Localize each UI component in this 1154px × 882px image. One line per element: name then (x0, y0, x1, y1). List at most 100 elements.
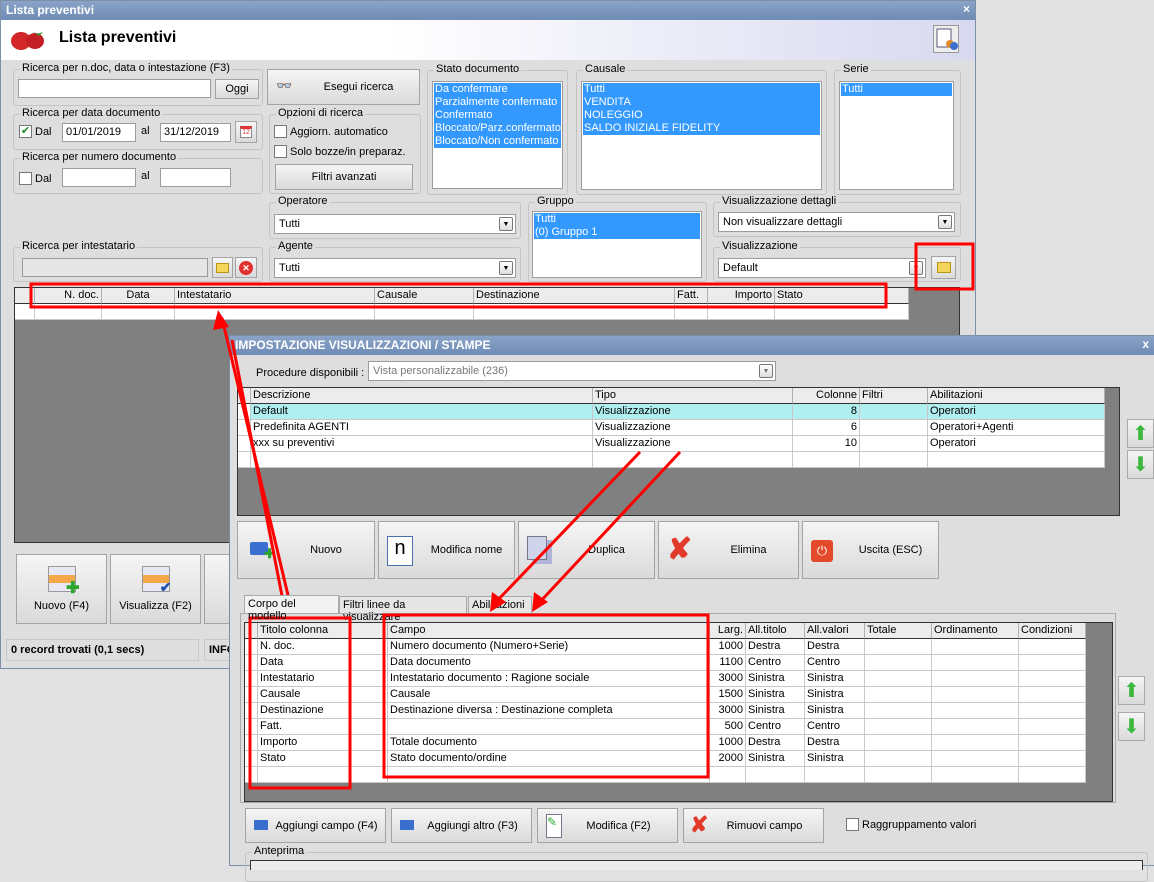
drafts-only-checkbox[interactable] (274, 145, 287, 158)
view-document-button[interactable]: ✔ Visualizza (F2) (110, 554, 201, 624)
row-selector[interactable] (245, 719, 258, 735)
table-cell[interactable] (805, 767, 865, 783)
column-header[interactable]: Data (102, 288, 175, 304)
table-cell[interactable]: 500 (710, 719, 746, 735)
number-from-input[interactable] (62, 168, 136, 187)
list-item[interactable]: SALDO INIZIALE FIDELITY (583, 122, 820, 135)
move-field-down-button[interactable]: ⬇ (1118, 712, 1145, 741)
details-view-select[interactable]: Non visualizzare dettagli ▼ (718, 212, 955, 232)
remove-field-button[interactable]: ✘ Rimuovi campo (683, 808, 824, 843)
table-cell[interactable] (675, 304, 708, 320)
table-cell[interactable] (865, 719, 932, 735)
holder-clear-button[interactable]: ✕ (235, 257, 257, 278)
column-header[interactable]: All.valori (805, 623, 865, 639)
rename-view-button[interactable]: n Modifica nome (378, 521, 515, 579)
table-cell[interactable] (865, 639, 932, 655)
table-cell[interactable] (932, 671, 1019, 687)
number-search-checkbox[interactable] (19, 172, 32, 185)
list-item[interactable]: Tutti (534, 213, 700, 226)
table-cell[interactable] (1019, 687, 1086, 703)
column-header[interactable]: Descrizione (251, 388, 593, 404)
list-item[interactable]: (0) Gruppo 1 (534, 226, 700, 239)
table-cell[interactable]: 3000 (710, 703, 746, 719)
causale-list[interactable]: Tutti VENDITA NOLEGGIO SALDO INIZIALE FIDEL… (581, 81, 822, 190)
list-item[interactable]: Tutti (583, 83, 820, 96)
row-selector[interactable] (245, 751, 258, 767)
table-cell[interactable]: 1000 (710, 639, 746, 655)
row-selector[interactable] (238, 452, 251, 468)
row-selector[interactable] (245, 671, 258, 687)
table-cell[interactable]: Sinistra (746, 703, 805, 719)
table-cell[interactable] (865, 767, 932, 783)
column-header[interactable]: Causale (375, 288, 474, 304)
group-values-checkbox[interactable] (846, 818, 859, 831)
table-cell[interactable]: 10 (793, 436, 860, 452)
table-cell[interactable]: Destra (805, 735, 865, 751)
column-header[interactable]: Fatt. (675, 288, 708, 304)
column-header[interactable]: Larg. (710, 623, 746, 639)
table-cell[interactable] (710, 767, 746, 783)
auto-update-checkbox[interactable] (274, 125, 287, 138)
new-view-button[interactable]: ✚ Nuovo (237, 521, 375, 579)
table-cell[interactable]: Causale (388, 687, 710, 703)
row-selector-header[interactable] (238, 388, 251, 404)
table-cell[interactable] (932, 719, 1019, 735)
move-view-up-button[interactable]: ⬆ (1127, 419, 1154, 448)
table-cell[interactable] (708, 304, 775, 320)
table-cell[interactable]: Sinistra (805, 671, 865, 687)
tab-model-body[interactable]: Corpo del modello (244, 595, 339, 622)
table-cell[interactable]: Data (258, 655, 388, 671)
table-cell[interactable] (932, 655, 1019, 671)
table-cell[interactable] (1019, 671, 1086, 687)
table-cell[interactable]: Destra (746, 735, 805, 751)
table-cell[interactable] (860, 420, 928, 436)
table-cell[interactable]: 8 (793, 404, 860, 420)
table-cell[interactable]: Operatori (928, 404, 1105, 420)
serie-list[interactable]: Tutti (839, 81, 954, 190)
table-cell[interactable]: Destinazione (258, 703, 388, 719)
column-header[interactable]: Titolo colonna (258, 623, 388, 639)
procedure-select[interactable]: Vista personalizzabile (236) ▼ (368, 361, 776, 381)
table-cell[interactable]: 6 (793, 420, 860, 436)
move-view-down-button[interactable]: ⬇ (1127, 450, 1154, 479)
table-cell[interactable] (1019, 719, 1086, 735)
table-cell[interactable]: Stato documento/ordine (388, 751, 710, 767)
table-cell[interactable] (258, 767, 388, 783)
table-cell[interactable] (35, 304, 102, 320)
date-search-checkbox[interactable]: ✔ (19, 125, 32, 138)
table-cell[interactable]: 1000 (710, 735, 746, 751)
table-cell[interactable] (932, 735, 1019, 751)
table-cell[interactable]: Data documento (388, 655, 710, 671)
table-cell[interactable]: Visualizzazione (593, 436, 793, 452)
table-cell[interactable]: Intestatario (258, 671, 388, 687)
table-cell[interactable]: Visualizzazione (593, 404, 793, 420)
column-header[interactable]: Intestatario (175, 288, 375, 304)
row-selector-header[interactable] (245, 623, 258, 639)
table-cell[interactable]: 1500 (710, 687, 746, 703)
column-header[interactable]: Destinazione (474, 288, 675, 304)
table-cell[interactable]: Destinazione diversa : Destinazione comp… (388, 703, 710, 719)
list-item[interactable]: Confermato (434, 109, 561, 122)
column-header[interactable]: Totale (865, 623, 932, 639)
dialog-close-button[interactable]: x (1142, 337, 1149, 351)
list-item[interactable]: NOLEGGIO (583, 109, 820, 122)
table-cell[interactable]: Operatori (928, 436, 1105, 452)
column-header[interactable]: Tipo (593, 388, 793, 404)
view-select[interactable]: Default ▼ (718, 258, 926, 278)
row-selector[interactable] (238, 420, 251, 436)
calendar-button[interactable]: 12 (235, 121, 257, 143)
tab-line-filters[interactable]: Filtri linee da visualizzare (339, 596, 467, 623)
list-item[interactable]: Bloccato/Parz.confermato (434, 122, 561, 135)
table-cell[interactable]: Centro (805, 719, 865, 735)
new-document-button[interactable]: ✚ Nuovo (F4) (16, 554, 107, 624)
column-header[interactable]: N. doc. (35, 288, 102, 304)
table-cell[interactable]: Sinistra (805, 703, 865, 719)
table-cell[interactable]: Centro (746, 719, 805, 735)
table-cell[interactable] (932, 703, 1019, 719)
table-cell[interactable]: Destra (805, 639, 865, 655)
table-cell[interactable]: Centro (746, 655, 805, 671)
row-selector[interactable] (15, 304, 35, 320)
table-cell[interactable]: Sinistra (746, 671, 805, 687)
add-other-button[interactable]: Aggiungi altro (F3) (391, 808, 532, 843)
table-cell[interactable]: N. doc. (258, 639, 388, 655)
